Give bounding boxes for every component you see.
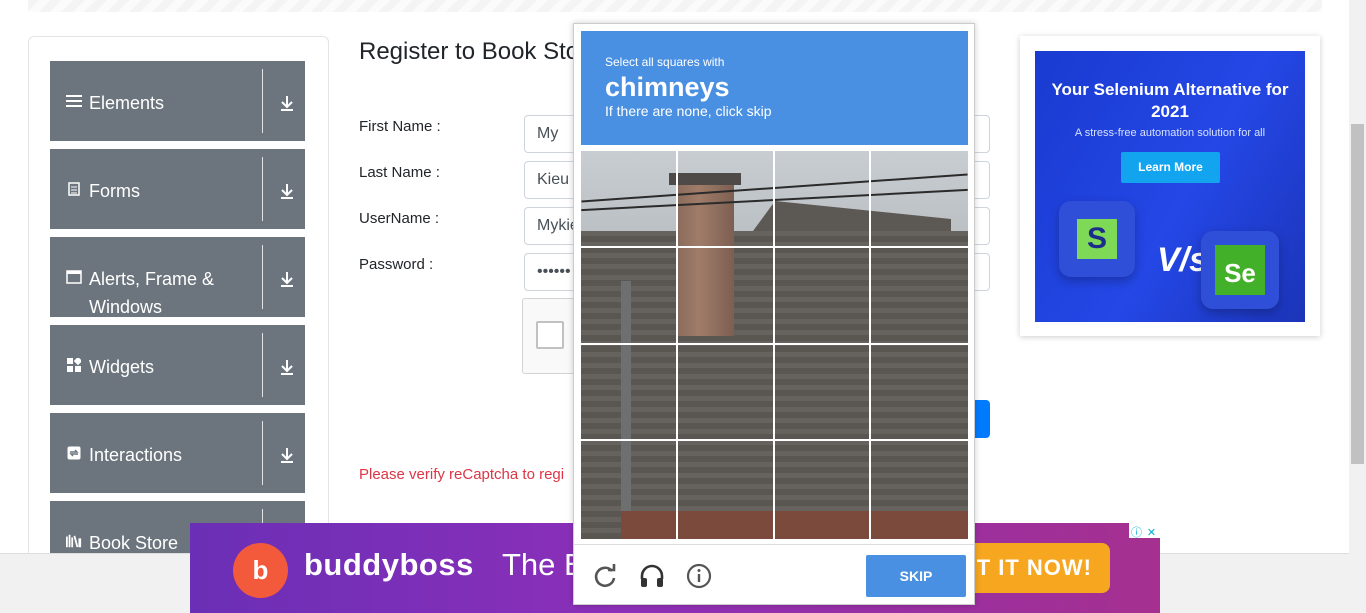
- sidebar-group-label: Alerts, Frame & Windows: [89, 269, 215, 317]
- grid-line: [581, 343, 968, 345]
- info-icon[interactable]: [686, 563, 712, 589]
- recaptcha-checkbox[interactable]: [536, 321, 564, 349]
- side-ad-creative[interactable]: Your Selenium Alternative for 2021 A str…: [1035, 51, 1305, 322]
- download-arrow-icon[interactable]: [278, 94, 296, 112]
- sidebar-group-label: Forms: [89, 181, 140, 201]
- page-title: Register to Book Sto: [359, 38, 580, 65]
- side-ad-title: Your Selenium Alternative for 2021: [1051, 80, 1289, 121]
- sidebar: Elements Forms Alerts, Frame & Windows W…: [28, 36, 329, 566]
- first-name-label: First Name :: [359, 118, 441, 135]
- selenium-logo-mark: Se: [1215, 245, 1265, 295]
- headphones-icon[interactable]: [639, 563, 665, 589]
- captcha-header: Select all squares with chimneys If ther…: [581, 31, 968, 145]
- download-arrow-icon[interactable]: [278, 182, 296, 200]
- recaptcha-challenge: Select all squares with chimneys If ther…: [573, 23, 975, 605]
- captcha-image-grid[interactable]: [581, 151, 968, 539]
- sidebar-group-label: Elements: [89, 93, 165, 113]
- side-ad[interactable]: Your Selenium Alternative for 2021 A str…: [1020, 36, 1320, 336]
- download-arrow-icon[interactable]: [278, 358, 296, 376]
- captcha-error-message: Please verify reCaptcha to regi: [359, 466, 565, 483]
- captcha-target: chimneys: [605, 72, 730, 102]
- document-icon: [66, 181, 82, 197]
- sidebar-group-widgets[interactable]: Widgets: [50, 325, 305, 405]
- books-icon: [66, 533, 82, 549]
- download-arrow-icon[interactable]: [278, 446, 296, 464]
- ad-choices[interactable]: ⓘ ✕: [1129, 523, 1160, 541]
- buddyboss-logo: b: [233, 543, 288, 598]
- captcha-instruction: Select all squares with: [605, 55, 725, 69]
- divider: [262, 69, 263, 133]
- banner-brand: buddyboss: [304, 547, 474, 582]
- grid-line: [773, 151, 775, 539]
- sidebar-group-label: Interactions: [89, 445, 183, 465]
- captcha-footer: SKIP: [574, 544, 974, 604]
- sidebar-group-interactions[interactable]: Interactions: [50, 413, 305, 493]
- username-label: UserName :: [359, 210, 440, 227]
- password-label: Password :: [359, 256, 434, 273]
- image-chimney-cap: [669, 173, 741, 185]
- image-brick-wall: [621, 511, 968, 539]
- adchoices-info-icon[interactable]: ⓘ: [1129, 526, 1144, 541]
- divider: [262, 421, 263, 485]
- katalon-logo: S: [1059, 201, 1135, 277]
- last-name-label: Last Name :: [359, 164, 440, 181]
- katalon-logo-mark: S: [1077, 219, 1117, 259]
- image-pole: [621, 281, 631, 539]
- grid-line: [869, 151, 871, 539]
- selenium-logo: Se: [1201, 231, 1279, 309]
- list-icon: [66, 93, 82, 109]
- divider: [262, 333, 263, 397]
- grid-line: [676, 151, 678, 539]
- skip-button[interactable]: SKIP: [866, 555, 966, 597]
- sidebar-group-forms[interactable]: Forms: [50, 149, 305, 229]
- close-ad-icon[interactable]: ✕: [1144, 526, 1159, 541]
- learn-more-button[interactable]: Learn More: [1121, 152, 1220, 183]
- divider: [262, 157, 263, 221]
- grid-line: [581, 439, 968, 441]
- captcha-hint: If there are none, click skip: [605, 103, 772, 119]
- top-pattern-band: [28, 0, 1322, 12]
- divider: [262, 245, 263, 309]
- window-icon: [66, 269, 82, 285]
- scrollbar-thumb[interactable]: [1351, 124, 1364, 464]
- widgets-icon: [66, 357, 82, 373]
- download-arrow-icon[interactable]: [278, 270, 296, 288]
- sidebar-group-label: Widgets: [89, 357, 155, 377]
- sidebar-group-elements[interactable]: Elements: [50, 61, 305, 141]
- side-ad-subtitle: A stress-free automation solution for al…: [1074, 127, 1266, 139]
- interactions-icon: [66, 445, 82, 461]
- reload-icon[interactable]: [592, 563, 618, 589]
- sidebar-group-alerts[interactable]: Alerts, Frame & Windows: [50, 237, 305, 317]
- grid-line: [581, 246, 968, 248]
